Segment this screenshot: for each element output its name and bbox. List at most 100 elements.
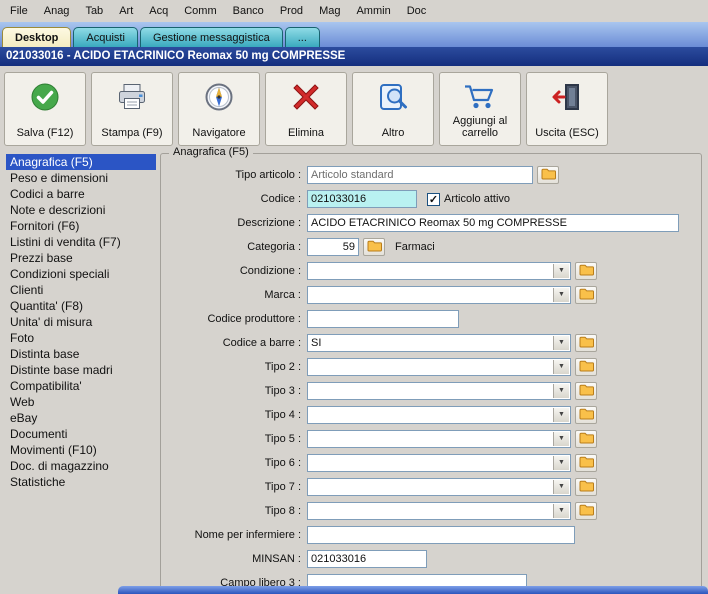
tipo-articolo-label: Tipo articolo : xyxy=(165,169,307,181)
chevron-down-icon[interactable]: ▼ xyxy=(553,264,569,278)
folder-icon xyxy=(541,168,556,183)
menu-item-doc[interactable]: Doc xyxy=(399,2,435,20)
search-doc-icon xyxy=(377,79,409,115)
form-row-tipo-3: Tipo 3 :▼ xyxy=(165,382,697,400)
form-row-categoria: Categoria :59Farmaci xyxy=(165,238,697,256)
menu-item-anag[interactable]: Anag xyxy=(36,2,78,20)
menu-item-mag[interactable]: Mag xyxy=(311,2,348,20)
tipo-8-label: Tipo 8 : xyxy=(165,505,307,517)
chevron-down-icon[interactable]: ▼ xyxy=(553,480,569,494)
marca-lookup-button[interactable] xyxy=(575,286,597,304)
tipo-6-lookup-button[interactable] xyxy=(575,454,597,472)
menu-item-acq[interactable]: Acq xyxy=(141,2,176,20)
form-row-tipo-4: Tipo 4 :▼ xyxy=(165,406,697,424)
elimina-button[interactable]: Elimina xyxy=(265,72,347,146)
sidebar-item-fornitori-f6[interactable]: Fornitori (F6) xyxy=(6,218,156,234)
tipo-7-combo[interactable]: ▼ xyxy=(307,478,571,496)
menu-item-banco[interactable]: Banco xyxy=(225,2,272,20)
sidebar-item-quantita-f8[interactable]: Quantita' (F8) xyxy=(6,298,156,314)
tipo-2-combo[interactable]: ▼ xyxy=(307,358,571,376)
tipo-2-lookup-button[interactable] xyxy=(575,358,597,376)
sidebar-item-codici-a-barre[interactable]: Codici a barre xyxy=(6,186,156,202)
tipo-5-lookup-button[interactable] xyxy=(575,430,597,448)
chevron-down-icon[interactable]: ▼ xyxy=(553,456,569,470)
chevron-down-icon[interactable]: ▼ xyxy=(553,336,569,350)
folder-icon xyxy=(367,240,382,255)
descrizione-input[interactable]: ACIDO ETACRINICO Reomax 50 mg COMPRESSE xyxy=(307,214,679,232)
marca-combo[interactable]: ▼ xyxy=(307,286,571,304)
sidebar-item-compatibilita[interactable]: Compatibilita' xyxy=(6,378,156,394)
tipo-articolo-lookup-button[interactable] xyxy=(537,166,559,184)
tab-more[interactable]: ... xyxy=(285,27,320,47)
salva-button[interactable]: Salva (F12) xyxy=(4,72,86,146)
menu-item-tab[interactable]: Tab xyxy=(77,2,111,20)
altro-button-label: Altro xyxy=(382,127,405,140)
tab-desktop[interactable]: Desktop xyxy=(2,27,71,47)
chevron-down-icon[interactable]: ▼ xyxy=(553,360,569,374)
sidebar-item-condizioni-speciali[interactable]: Condizioni speciali xyxy=(6,266,156,282)
codice-a-barre-lookup-button[interactable] xyxy=(575,334,597,352)
sidebar-item-movimenti-f10[interactable]: Movimenti (F10) xyxy=(6,442,156,458)
minsan-input[interactable]: 021033016 xyxy=(307,550,427,568)
aggiungi-al-carrello-button[interactable]: Aggiungi al carrello xyxy=(439,72,521,146)
form-row-tipo-8: Tipo 8 : ▼ xyxy=(165,502,697,520)
condizione-lookup-button[interactable] xyxy=(575,262,597,280)
sidebar-item-web[interactable]: Web xyxy=(6,394,156,410)
tab-gestione-messaggistica[interactable]: Gestione messaggistica xyxy=(140,27,283,47)
stampa-button-label: Stampa (F9) xyxy=(101,127,162,140)
tipo-3-combo[interactable]: ▼ xyxy=(307,382,571,400)
tipo-articolo-input[interactable]: Articolo standard xyxy=(307,166,533,184)
categoria-lookup-button[interactable] xyxy=(363,238,385,256)
sidebar-item-clienti[interactable]: Clienti xyxy=(6,282,156,298)
sidebar-item-note-e-descrizioni[interactable]: Note e descrizioni xyxy=(6,202,156,218)
categoria-input[interactable]: 59 xyxy=(307,238,359,256)
sidebar-item-unita-di-misura[interactable]: Unita' di misura xyxy=(6,314,156,330)
bottom-panel-edge xyxy=(118,586,708,594)
sidebar-item-distinta-base[interactable]: Distinta base xyxy=(6,346,156,362)
menu-item-prod[interactable]: Prod xyxy=(272,2,311,20)
record-title-bar: 021033016 - ACIDO ETACRINICO Reomax 50 m… xyxy=(0,47,708,66)
condizione-label: Condizione : xyxy=(165,265,307,277)
codice-input[interactable]: 021033016 xyxy=(307,190,417,208)
form-row-tipo-6: Tipo 6 :▼ xyxy=(165,454,697,472)
chevron-down-icon[interactable]: ▼ xyxy=(553,288,569,302)
stampa-button[interactable]: Stampa (F9) xyxy=(91,72,173,146)
menu-item-art[interactable]: Art xyxy=(111,2,141,20)
menu-item-ammin[interactable]: Ammin xyxy=(348,2,398,20)
chevron-down-icon[interactable]: ▼ xyxy=(553,384,569,398)
menu-item-file[interactable]: File xyxy=(2,2,36,20)
codice-a-barre-combo[interactable]: SI▼ xyxy=(307,334,571,352)
menu-item-comm[interactable]: Comm xyxy=(176,2,224,20)
tipo-7-lookup-button[interactable] xyxy=(575,478,597,496)
uscita-button[interactable]: Uscita (ESC) xyxy=(526,72,608,146)
sidebar-item-documenti[interactable]: Documenti xyxy=(6,426,156,442)
tipo-8-lookup-button[interactable] xyxy=(575,502,597,520)
sidebar-item-prezzi-base[interactable]: Prezzi base xyxy=(6,250,156,266)
nome-per-infermiere-input[interactable] xyxy=(307,526,575,544)
codice-produttore-label: Codice produttore : xyxy=(165,313,307,325)
sidebar-item-anagrafica-f5[interactable]: Anagrafica (F5) xyxy=(6,154,156,170)
sidebar-item-listini-di-vendita-f7[interactable]: Listini di vendita (F7) xyxy=(6,234,156,250)
chevron-down-icon[interactable]: ▼ xyxy=(553,504,569,518)
condizione-combo[interactable]: ▼ xyxy=(307,262,571,280)
tab-acquisti[interactable]: Acquisti xyxy=(73,27,138,47)
altro-button[interactable]: Altro xyxy=(352,72,434,146)
chevron-down-icon[interactable]: ▼ xyxy=(553,408,569,422)
sidebar-item-foto[interactable]: Foto xyxy=(6,330,156,346)
sidebar-item-statistiche[interactable]: Statistiche xyxy=(6,474,156,490)
codice-produttore-input[interactable] xyxy=(307,310,459,328)
chevron-down-icon[interactable]: ▼ xyxy=(553,432,569,446)
salva-button-label: Salva (F12) xyxy=(17,127,74,140)
navigatore-button[interactable]: Navigatore xyxy=(178,72,260,146)
sidebar-item-ebay[interactable]: eBay xyxy=(6,410,156,426)
tipo-5-combo[interactable]: ▼ xyxy=(307,430,571,448)
tipo-6-combo[interactable]: ▼ xyxy=(307,454,571,472)
sidebar-item-distinte-base-madri[interactable]: Distinte base madri xyxy=(6,362,156,378)
tipo-3-lookup-button[interactable] xyxy=(575,382,597,400)
tipo-4-combo[interactable]: ▼ xyxy=(307,406,571,424)
sidebar-item-doc-di-magazzino[interactable]: Doc. di magazzino xyxy=(6,458,156,474)
sidebar-item-peso-e-dimensioni[interactable]: Peso e dimensioni xyxy=(6,170,156,186)
tipo-8-combo[interactable]: ▼ xyxy=(307,502,571,520)
codice-active-checkbox[interactable]: ✓Articolo attivo xyxy=(427,193,510,206)
tipo-4-lookup-button[interactable] xyxy=(575,406,597,424)
